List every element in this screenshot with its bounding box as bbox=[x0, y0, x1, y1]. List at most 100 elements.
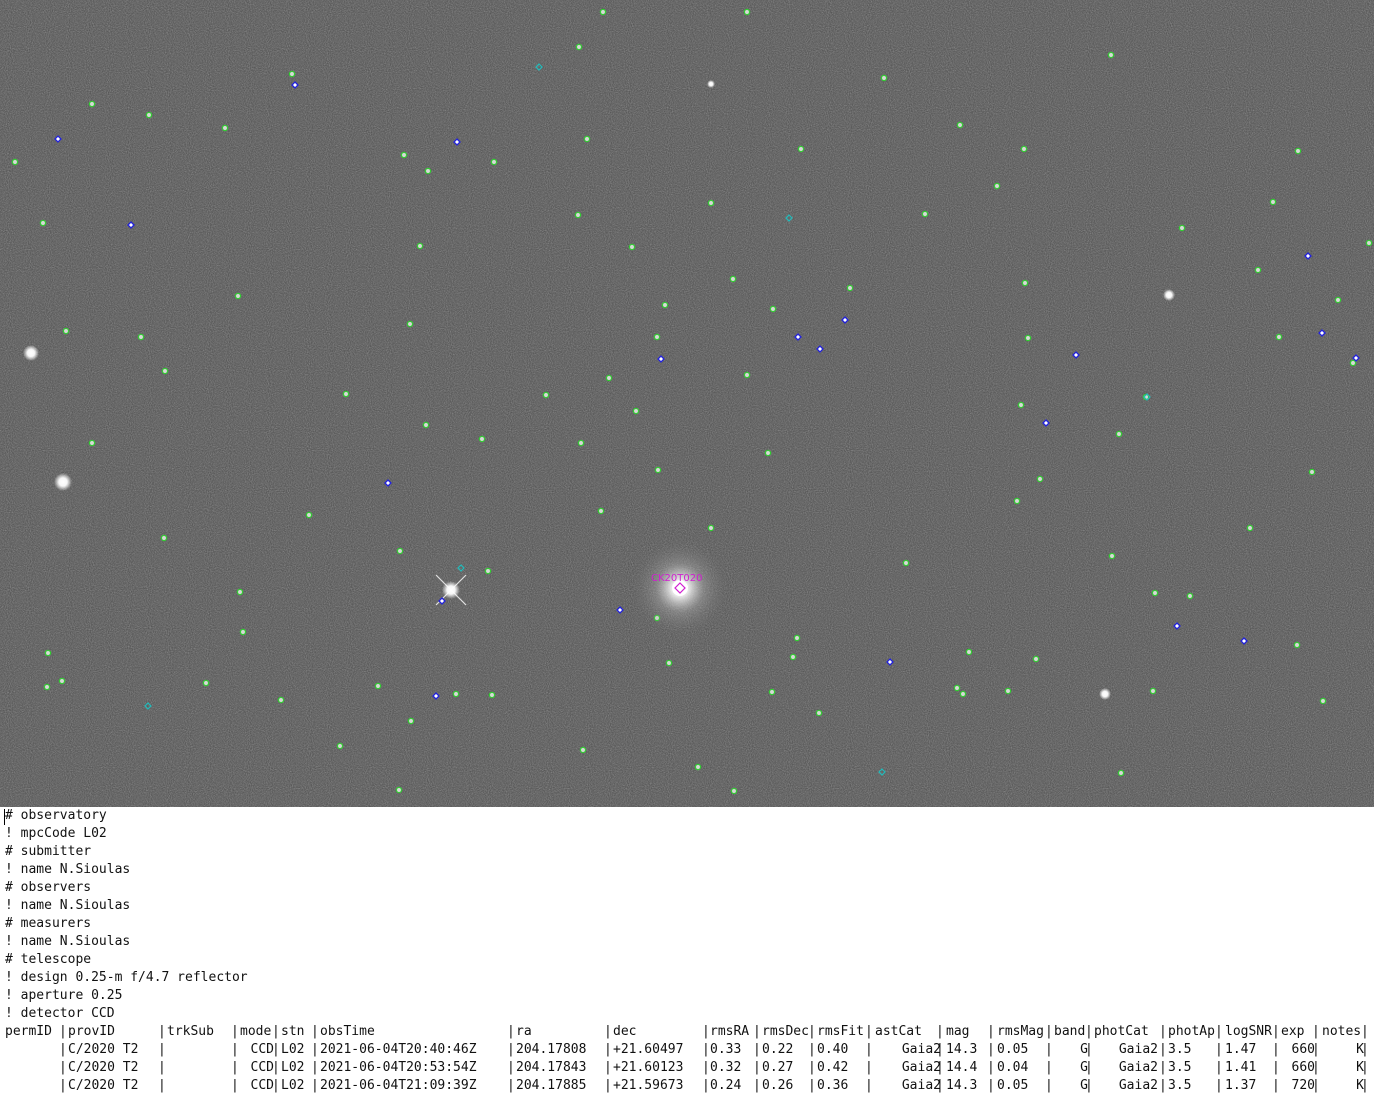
table-cell-photCat: Gaia2 bbox=[1118, 1060, 1158, 1075]
reference-star-marker bbox=[145, 111, 153, 119]
column-separator: | bbox=[753, 1042, 761, 1057]
reference-star-marker bbox=[11, 158, 19, 166]
column-separator: | bbox=[1159, 1042, 1167, 1057]
reference-star-marker bbox=[1294, 147, 1302, 155]
column-separator: | bbox=[604, 1042, 612, 1057]
column-separator: | bbox=[1361, 1042, 1369, 1057]
column-separator: | bbox=[158, 1078, 166, 1093]
column-separator: | bbox=[272, 1024, 280, 1039]
table-cell-astCat: Gaia2 bbox=[901, 1060, 941, 1075]
reference-star-marker bbox=[88, 100, 96, 108]
table-cell-band: G bbox=[1080, 1042, 1088, 1057]
table-cell-obsTime: 2021-06-04T20:53:54Z bbox=[320, 1060, 477, 1075]
astrometry-image: CK20T020 bbox=[0, 0, 1374, 807]
reference-star-marker bbox=[1107, 51, 1115, 59]
table-cell-exp: 660 bbox=[1291, 1042, 1315, 1057]
reference-star-marker bbox=[1275, 333, 1283, 341]
reference-star-marker bbox=[628, 243, 636, 251]
reference-star-marker bbox=[743, 371, 751, 379]
column-separator: | bbox=[1312, 1078, 1320, 1093]
reference-star-marker bbox=[374, 682, 382, 690]
reference-star-marker bbox=[1269, 198, 1277, 206]
table-header-stn: stn bbox=[281, 1024, 305, 1039]
column-separator: | bbox=[1272, 1078, 1280, 1093]
header-line: # submitter bbox=[5, 844, 92, 859]
table-cell-exp: 720 bbox=[1291, 1078, 1315, 1093]
table-cell-mag: 14.4 bbox=[946, 1060, 978, 1075]
column-separator: | bbox=[158, 1060, 166, 1075]
reference-star-marker bbox=[1149, 687, 1157, 695]
reference-star-marker bbox=[1013, 497, 1021, 505]
reference-star-marker bbox=[956, 121, 964, 129]
column-separator: | bbox=[987, 1060, 995, 1075]
table-cell-mode: CCD bbox=[250, 1078, 274, 1093]
column-separator: | bbox=[59, 1024, 67, 1039]
table-header-dec: dec bbox=[613, 1024, 637, 1039]
reference-star-marker bbox=[577, 439, 585, 447]
reference-star-marker bbox=[583, 135, 591, 143]
reference-star-marker bbox=[1365, 239, 1373, 247]
column-separator: | bbox=[936, 1024, 944, 1039]
header-line: ! mpcCode L02 bbox=[5, 826, 107, 841]
reference-star-marker bbox=[1254, 266, 1262, 274]
table-cell-provID: C/2020 T2 bbox=[68, 1078, 139, 1093]
table-cell-rmsDec: 0.22 bbox=[762, 1042, 794, 1057]
table-cell-mode: CCD bbox=[250, 1060, 274, 1075]
table-cell-rmsRA: 0.33 bbox=[710, 1042, 742, 1057]
reference-star-marker bbox=[239, 628, 247, 636]
column-separator: | bbox=[507, 1042, 515, 1057]
reference-star-marker bbox=[793, 634, 801, 642]
reference-star-marker bbox=[396, 547, 404, 555]
header-line: ! name N.Sioulas bbox=[5, 898, 131, 913]
ades-report-text[interactable]: # observatory ! mpcCode L02 # submitter … bbox=[0, 807, 1374, 1100]
table-cell-obsTime: 2021-06-04T20:40:46Z bbox=[320, 1042, 477, 1057]
table-header-band: band bbox=[1054, 1024, 1086, 1039]
column-separator: | bbox=[753, 1078, 761, 1093]
column-separator: | bbox=[231, 1078, 239, 1093]
column-separator: | bbox=[987, 1042, 995, 1057]
table-cell-notes: K bbox=[1356, 1042, 1364, 1057]
column-separator: | bbox=[59, 1078, 67, 1093]
reference-star-marker bbox=[1021, 279, 1029, 287]
table-cell-photCat: Gaia2 bbox=[1118, 1042, 1158, 1057]
reference-star-marker bbox=[1349, 359, 1357, 367]
table-cell-astCat: Gaia2 bbox=[901, 1042, 941, 1057]
column-separator: | bbox=[158, 1042, 166, 1057]
table-cell-rmsRA: 0.24 bbox=[710, 1078, 742, 1093]
reference-star-marker bbox=[452, 690, 460, 698]
column-separator: | bbox=[59, 1060, 67, 1075]
reference-star-marker bbox=[730, 787, 738, 795]
column-separator: | bbox=[1045, 1024, 1053, 1039]
reference-star-marker bbox=[277, 696, 285, 704]
reference-star-marker bbox=[88, 439, 96, 447]
reference-star-marker bbox=[39, 219, 47, 227]
reference-star-marker bbox=[654, 466, 662, 474]
table-cell-stn: L02 bbox=[281, 1042, 305, 1057]
table-cell-rmsRA: 0.32 bbox=[710, 1060, 742, 1075]
table-header-permID: permID bbox=[5, 1024, 52, 1039]
column-separator: | bbox=[808, 1042, 816, 1057]
reference-star-marker bbox=[769, 305, 777, 313]
table-cell-band: G bbox=[1080, 1060, 1088, 1075]
table-cell-exp: 660 bbox=[1291, 1060, 1315, 1075]
table-cell-dec: +21.59673 bbox=[613, 1078, 684, 1093]
reference-star-marker bbox=[880, 74, 888, 82]
table-cell-rmsMag: 0.04 bbox=[997, 1060, 1029, 1075]
reference-star-marker bbox=[653, 333, 661, 341]
reference-star-marker bbox=[1108, 552, 1116, 560]
reference-star-marker bbox=[406, 320, 414, 328]
column-separator: | bbox=[1272, 1060, 1280, 1075]
table-cell-rmsMag: 0.05 bbox=[997, 1078, 1029, 1093]
reference-star-marker bbox=[764, 449, 772, 457]
reference-star-marker bbox=[44, 649, 52, 657]
column-separator: | bbox=[865, 1042, 873, 1057]
reference-star-marker bbox=[58, 677, 66, 685]
reference-star-marker bbox=[707, 199, 715, 207]
column-separator: | bbox=[865, 1078, 873, 1093]
reference-star-marker bbox=[993, 182, 1001, 190]
table-cell-stn: L02 bbox=[281, 1078, 305, 1093]
table-header-notes: notes bbox=[1322, 1024, 1362, 1039]
header-line: ! aperture 0.25 bbox=[5, 988, 123, 1003]
reference-star-marker bbox=[665, 659, 673, 667]
header-line: # telescope bbox=[5, 952, 92, 967]
